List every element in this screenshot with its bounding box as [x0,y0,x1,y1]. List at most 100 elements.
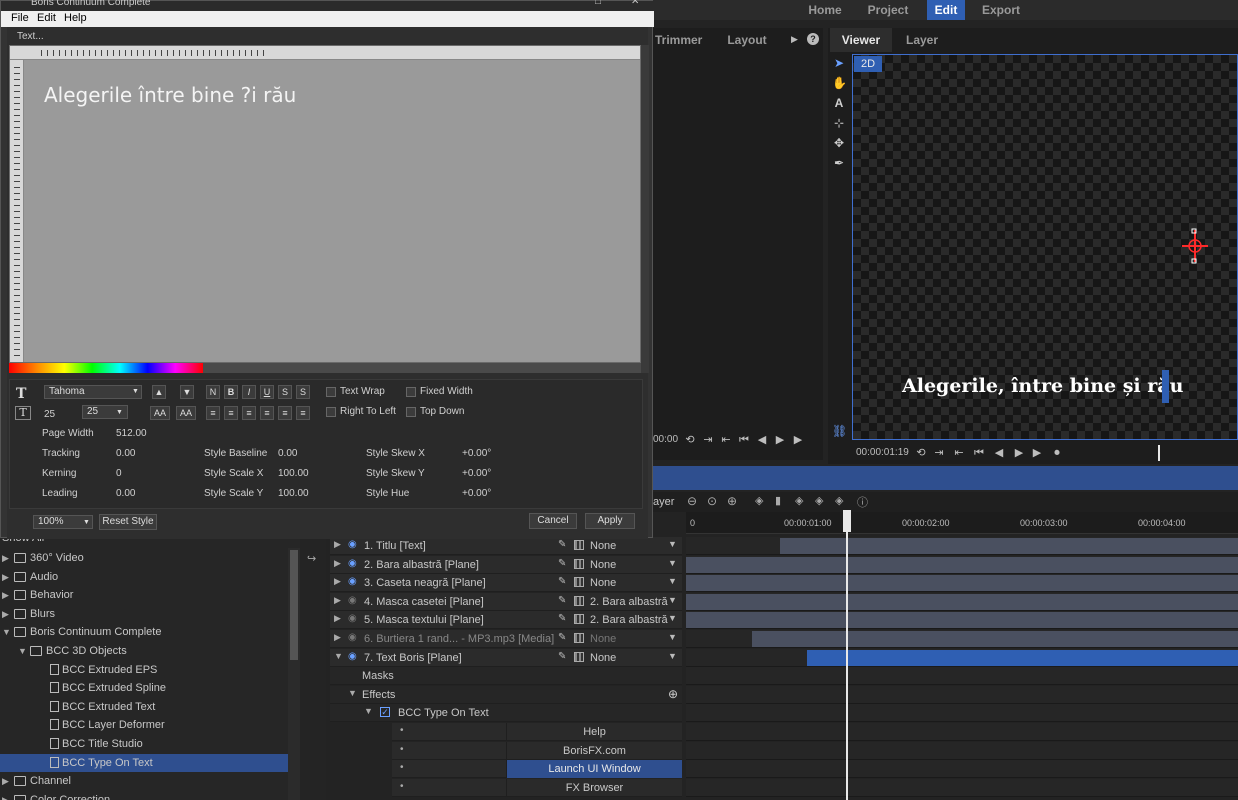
add-keyframe-icon[interactable]: ⊙ [707,494,717,508]
playhead-handle[interactable] [843,510,851,532]
page-width-value[interactable]: 512.00 [116,428,147,439]
style-skew-x-value[interactable]: +0.00° [462,448,491,459]
keyframe-diamond-icon[interactable]: ◈ [755,494,763,507]
blend-grid-icon[interactable] [574,558,584,569]
pen-icon[interactable]: ✎ [558,632,566,643]
menu-file[interactable]: File [11,12,29,24]
tree-item[interactable]: ▶ Audio [0,568,288,586]
chevron-down-icon[interactable]: ▼ [116,409,123,416]
style-superscript-button[interactable]: S [278,385,292,399]
step-forward-icon[interactable]: ▶ [773,430,787,450]
track-row[interactable] [686,537,1238,555]
tree-item[interactable]: ▶ Color Correction [0,791,288,800]
effect-action-button[interactable]: Launch UI Window [506,760,682,779]
prev-keyframe-icon[interactable]: ⊖ [687,494,697,508]
mark-out-icon[interactable]: ⇤ [952,443,966,463]
expand-arrow-icon[interactable]: ▶ [334,576,344,587]
visibility-eye-icon[interactable]: ◉ [348,595,360,606]
hand-tool-icon[interactable]: ✋ [832,76,847,90]
editor-text-content[interactable]: Alegerile între bine ?i rău [44,83,296,107]
track-clip[interactable] [752,631,1238,647]
chevron-down-icon[interactable]: ▼ [668,632,677,642]
view-mode-badge[interactable]: 2D [854,56,882,72]
justify-full-button[interactable]: ≡ [296,406,310,420]
tree-item[interactable]: BCC Layer Deformer [0,716,288,734]
track-row[interactable] [686,630,1238,648]
effect-row[interactable]: ▼ ✓ BCC Type On Text [330,704,682,723]
mark-in-icon[interactable]: ⇥ [701,430,715,450]
style-baseline-value[interactable]: 0.00 [278,448,297,459]
expand-arrow-icon[interactable]: ▶ [2,549,9,567]
track-clip[interactable] [686,612,1238,629]
keyframe-ease-icon[interactable]: ◈ [795,494,803,507]
chevron-down-icon[interactable]: ▼ [668,576,677,586]
select-tool-icon[interactable]: ➤ [832,56,846,70]
effects-row[interactable]: ▼ Effects ⊕ [330,685,682,704]
expand-arrow-icon[interactable]: ▶ [334,558,344,569]
transform-tool-icon[interactable]: ⊹ [832,116,846,130]
keyframe-auto-icon[interactable]: ◈ [835,494,843,507]
align-center-button[interactable]: ≡ [224,406,238,420]
mark-in-icon[interactable]: ⇥ [932,443,946,463]
blend-grid-icon[interactable] [574,614,584,625]
track-row[interactable] [686,648,1238,667]
expand-arrow-icon[interactable]: ▶ [2,772,9,790]
kerning-value[interactable]: 0 [116,468,122,479]
effect-enabled-checkbox[interactable]: ✓ [380,707,390,718]
justify-center-button[interactable]: ≡ [278,406,292,420]
layer-row[interactable]: ▶ ◉ 2. Bara albastră [Plane] ✎ None ▼ [330,555,682,574]
font-select[interactable]: Tahoma [44,385,142,399]
align-left-button[interactable]: ≡ [206,406,220,420]
help-icon[interactable]: ? [807,33,819,45]
tree-item[interactable]: ▶ Blurs [0,605,288,623]
anchor-crosshair-icon[interactable] [1180,228,1210,264]
parent-select[interactable]: None [590,652,616,664]
track-clip[interactable] [780,538,1238,554]
layer-row[interactable]: ▶ ◉ 4. Masca casetei [Plane] ✎ 2. Bara albas… [330,592,682,611]
play-icon[interactable]: ▶ [1030,443,1044,463]
tree-item[interactable]: BCC Extruded Text [0,698,288,716]
expand-arrow-icon[interactable]: ▼ [2,623,11,641]
step-back-icon[interactable]: ◀ [755,430,769,450]
dialog-title-bar[interactable]: Boris Continuum Complete □ ✕ [1,0,654,11]
nav-tab-home[interactable]: Home [803,0,847,20]
text-tool-icon[interactable]: A [832,96,846,110]
track-row[interactable] [686,592,1238,611]
blend-grid-icon[interactable] [574,595,584,606]
align-right-button[interactable]: ≡ [242,406,256,420]
tab-layout[interactable]: Layout [719,28,775,52]
effect-action-button[interactable]: FX Browser [506,778,682,797]
loop-icon[interactable]: ⟲ [683,430,697,450]
visibility-eye-icon[interactable]: ◉ [348,539,360,550]
chevron-down-icon[interactable]: ▼ [668,558,677,568]
expand-arrow-icon[interactable]: ▶ [2,568,9,586]
right-to-left-checkbox[interactable] [326,407,336,417]
pen-icon[interactable]: ✎ [558,576,566,587]
top-down-checkbox[interactable] [406,407,416,417]
expand-arrow-icon[interactable]: ▶ [334,595,344,606]
tab-trimmer[interactable]: Trimmer [653,28,705,52]
track-clip[interactable] [807,649,1238,666]
color-spectrum[interactable] [9,363,203,373]
timeline-ruler[interactable]: 0 00:00:01:00 00:00:02:00 00:00:03:00 00… [686,512,1238,534]
pen-icon[interactable]: ✎ [558,651,566,662]
menu-help[interactable]: Help [64,12,87,24]
menu-edit[interactable]: Edit [37,12,56,24]
loop-icon[interactable]: ⟲ [914,443,928,463]
panel-menu-arrow-icon[interactable]: ▶ [791,34,798,45]
nav-tab-project[interactable]: Project [860,0,916,20]
pen-tool-icon[interactable]: ✒ [832,156,846,170]
blend-grid-icon[interactable] [574,577,584,588]
go-start-icon[interactable]: ⏮ [737,430,751,450]
record-icon[interactable]: ⏺ [1050,443,1064,463]
viewer-scrub-marker[interactable] [1158,445,1160,461]
pen-icon[interactable]: ✎ [558,558,566,569]
keyframe-hold-icon[interactable]: ▮ [775,494,781,507]
track-clip[interactable] [686,556,1238,573]
tree-item[interactable]: BCC Extruded Spline [0,679,288,697]
next-keyframe-icon[interactable]: ⊕ [727,494,737,508]
layer-row[interactable]: ▶ ◉ 5. Masca textului [Plane] ✎ 2. Bara alba… [330,611,682,630]
parent-select[interactable]: None [590,577,616,589]
blend-grid-icon[interactable] [574,651,584,662]
layer-row[interactable]: ▶ ◉ 6. Burtiera 1 rand... - MP3.mp3 [Media… [330,630,682,648]
